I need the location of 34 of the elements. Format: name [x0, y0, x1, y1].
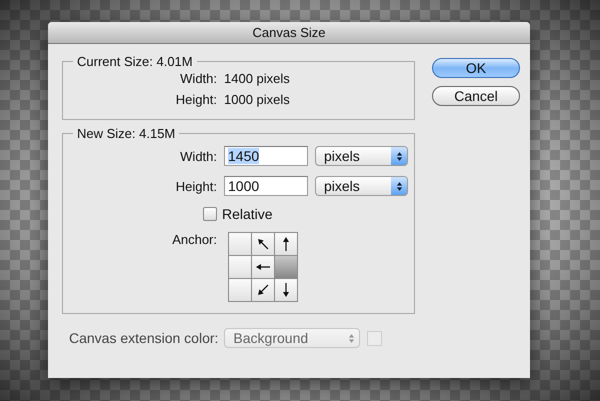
field-label: Height: [174, 92, 217, 107]
dropdown[interactable]: pixels [315, 146, 408, 166]
field-label: Canvas extension color: [69, 330, 218, 346]
arrow-icon [255, 236, 271, 252]
anchor-cell[interactable] [252, 279, 274, 301]
anchor-cell[interactable] [229, 256, 251, 278]
dropdown[interactable]: pixels [315, 176, 408, 196]
anchor-cell[interactable] [275, 233, 297, 255]
stepper-arrows-icon [348, 332, 355, 344]
field-label: Width: [179, 71, 217, 86]
input-field[interactable]: 1450 [224, 146, 308, 166]
anchor-cell[interactable] [275, 256, 297, 278]
color-swatch[interactable] [367, 330, 382, 346]
field-label: Height: [174, 178, 217, 194]
arrow-icon [255, 282, 271, 298]
anchor-cell[interactable] [229, 233, 251, 255]
field-value: 1400 pixels [224, 71, 291, 86]
ok-button[interactable]: OK [432, 58, 520, 78]
stepper-arrows-icon [396, 180, 402, 192]
checkbox-label[interactable]: Relative [222, 206, 273, 222]
field-value: 1000 pixels [224, 92, 291, 107]
group-title: New Size: 4.15M [76, 126, 176, 141]
field-label: Anchor: [171, 232, 217, 247]
anchor-cell[interactable] [229, 279, 251, 301]
window-title: Canvas Size [48, 22, 530, 44]
anchor-cell[interactable] [252, 256, 274, 278]
stepper-arrows-icon [396, 150, 402, 162]
field-label: Width: [179, 148, 217, 164]
cancel-button[interactable]: Cancel [432, 86, 520, 106]
checkbox[interactable] [203, 207, 217, 221]
input-field[interactable]: 1000 [224, 176, 308, 196]
anchor-cell[interactable] [275, 279, 297, 301]
anchor-cell[interactable] [252, 233, 274, 255]
group-title: Current Size: 4.01M [76, 54, 194, 69]
